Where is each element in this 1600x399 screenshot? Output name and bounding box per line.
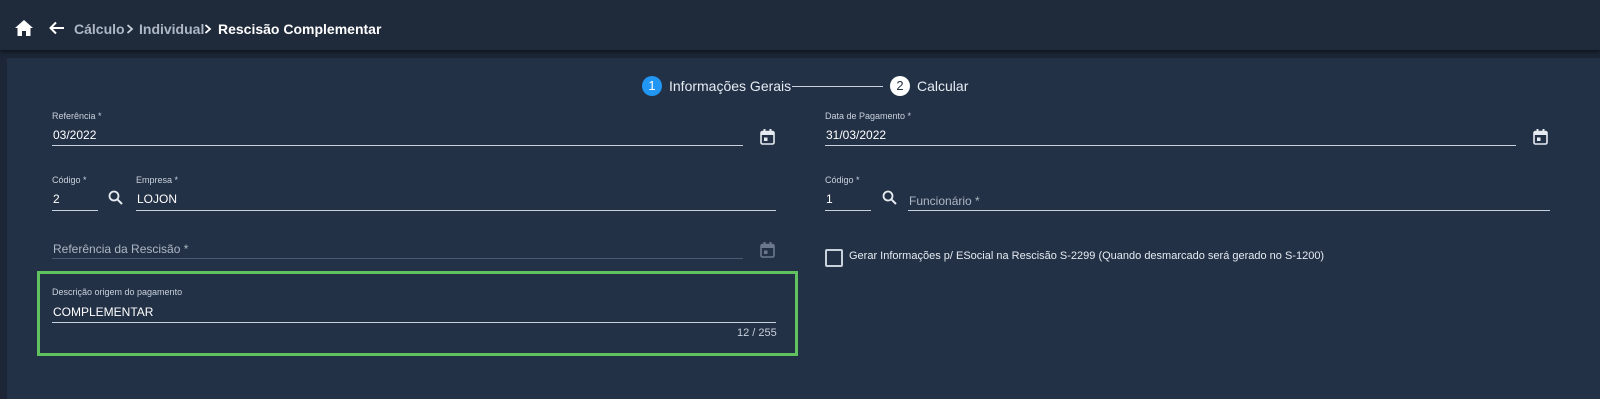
data-pagamento-input[interactable]: 31/03/2022 xyxy=(826,128,886,142)
esocial-checkbox-label[interactable]: Gerar Informações p/ ESocial na Rescisão… xyxy=(849,250,1324,263)
calendar-icon[interactable] xyxy=(760,242,775,258)
descricao-label: Descrição origem do pagamento xyxy=(52,287,183,297)
referencia-rescisao-input[interactable]: Referência da Rescisão * xyxy=(53,242,188,256)
referencia-rescisao-underline xyxy=(52,258,743,259)
search-icon[interactable] xyxy=(882,190,897,205)
esocial-checkbox[interactable] xyxy=(825,249,843,267)
step-1-indicator[interactable]: 1 xyxy=(642,76,662,96)
referencia-label: Referência * xyxy=(52,111,102,121)
calendar-icon[interactable] xyxy=(760,129,775,145)
codigo-empresa-input[interactable]: 2 xyxy=(53,192,60,206)
codigo-funcionario-underline xyxy=(825,210,871,211)
step-2-indicator[interactable]: 2 xyxy=(890,76,910,96)
funcionario-underline xyxy=(908,210,1550,211)
stepper-connector xyxy=(792,86,883,87)
breadcrumb-item-current: Rescisão Complementar xyxy=(218,21,382,37)
descricao-char-counter: 12 / 255 xyxy=(737,327,777,339)
step-1-label[interactable]: Informações Gerais xyxy=(669,78,791,95)
data-pagamento-underline xyxy=(825,145,1516,146)
descricao-input[interactable]: COMPLEMENTAR xyxy=(53,305,153,319)
back-arrow-icon[interactable] xyxy=(49,21,65,35)
step-2-label[interactable]: Calcular xyxy=(917,78,968,95)
calendar-icon[interactable] xyxy=(1533,129,1548,145)
search-icon[interactable] xyxy=(108,190,123,205)
empresa-underline xyxy=(136,210,776,211)
funcionario-input[interactable]: Funcionário * xyxy=(909,194,980,208)
codigo-funcionario-input[interactable]: 1 xyxy=(826,192,833,206)
top-bar: Cálculo Individual Rescisão Complementar xyxy=(0,0,1600,50)
empresa-input[interactable]: LOJON xyxy=(137,192,177,206)
descricao-underline xyxy=(52,322,776,323)
breadcrumb-item-individual[interactable]: Individual xyxy=(139,21,204,38)
breadcrumb-item-calculo[interactable]: Cálculo xyxy=(74,21,125,38)
referencia-input[interactable]: 03/2022 xyxy=(53,128,96,142)
chevron-right-icon xyxy=(126,24,134,34)
data-pagamento-label: Data de Pagamento * xyxy=(825,111,912,121)
referencia-underline xyxy=(52,145,743,146)
home-icon[interactable] xyxy=(15,20,33,36)
empresa-label: Empresa * xyxy=(136,175,179,185)
codigo-funcionario-label: Código * xyxy=(825,175,860,185)
chevron-right-icon xyxy=(204,24,212,34)
codigo-empresa-label: Código * xyxy=(52,175,87,185)
codigo-empresa-underline xyxy=(52,210,98,211)
